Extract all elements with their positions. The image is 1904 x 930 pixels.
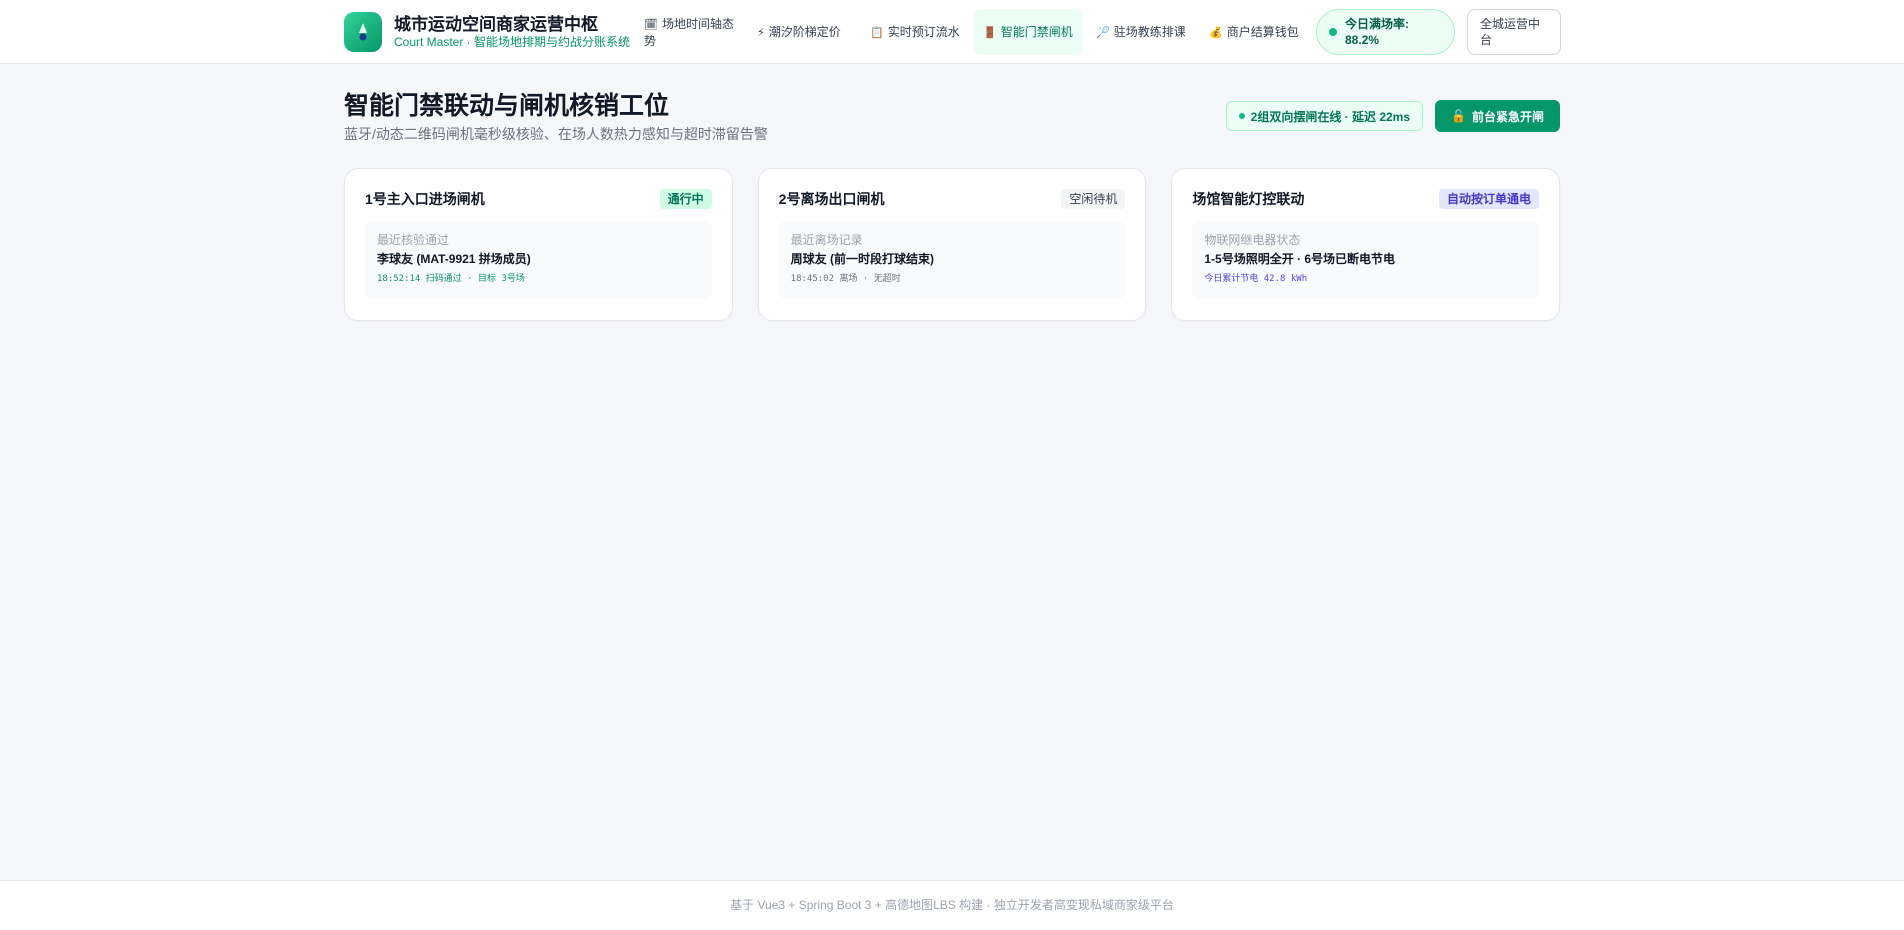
card-head: 1号主入口进场闸机 通行中 — [365, 189, 712, 209]
nav-item-court-timeline[interactable]: 🗓 场地时间轴态势 — [634, 9, 744, 55]
card-entrance-gate[interactable]: 1号主入口进场闸机 通行中 最近核验通过 李球友 (MAT-9921 拼场成员)… — [344, 168, 733, 321]
nav-item-merchant-wallet[interactable]: 💰 商户结算钱包 — [1199, 9, 1309, 55]
card-body-main: 周球友 (前一时段打球结束) — [790, 252, 934, 266]
status-badge: 自动按订单通电 — [1439, 189, 1540, 209]
clipboard-icon: 📋 — [870, 26, 884, 39]
brand[interactable]: 城市运动空间商家运营中枢 Court Master · 智能场地排期与约战分账系… — [344, 12, 634, 52]
status-badge: 空闲待机 — [1061, 189, 1126, 209]
lightning-icon: ⚡ — [757, 26, 765, 39]
card-body-main: 李球友 (MAT-9921 拼场成员) — [377, 252, 531, 266]
brand-text: 城市运动空间商家运营中枢 Court Master · 智能场地排期与约战分账系… — [394, 15, 634, 50]
nav-item-label: 智能门禁闸机 — [1000, 24, 1073, 39]
emergency-open-gate-button[interactable]: 🔓 前台紧急开闸 — [1435, 100, 1560, 132]
card-body-main: 1-5号场照明全开 · 6号场已断电节电 — [1204, 252, 1396, 266]
racket-icon: 🏸 — [1096, 26, 1110, 39]
card-body: 最近核验通过 李球友 (MAT-9921 拼场成员) 18:52:14 扫码通过… — [365, 221, 712, 299]
nav-item-booking-stream[interactable]: 📋 实时预订流水 — [860, 9, 970, 55]
main-nav: 🗓 场地时间轴态势 ⚡ 潮汐阶梯定价 📋 实时预订流水 🚪 智能门禁闸机 🏸 驻场教练排课… — [634, 9, 1312, 55]
unlock-icon: 🔓 — [1451, 109, 1466, 123]
footer: 基于 Vue3 + Spring Boot 3 + 高德地图LBS 构建 · 独… — [0, 880, 1904, 929]
card-title: 场馆智能灯控联动 — [1192, 191, 1305, 207]
card-body: 物联网继电器状态 1-5号场照明全开 · 6号场已断电节电 今日累计节电 42.… — [1192, 221, 1540, 299]
gate-online-text: 2组双向摆闸在线 · 延迟 22ms — [1250, 109, 1411, 124]
money-bag-icon: 💰 — [1209, 26, 1223, 39]
top-bar: 城市运动空间商家运营中枢 Court Master · 智能场地排期与约战分账系… — [0, 0, 1904, 64]
card-body: 最近离场记录 周球友 (前一时段打球结束) 18:45:02 离场 · 无超时 — [778, 221, 1126, 299]
header-actions: 2组双向摆闸在线 · 延迟 22ms 🔓 前台紧急开闸 — [1225, 100, 1560, 132]
nav-item-label: 驻场教练排课 — [1113, 24, 1186, 39]
emergency-button-label: 前台紧急开闸 — [1471, 109, 1544, 124]
online-dot-icon — [1238, 113, 1245, 119]
calendar-icon: 🗓 — [644, 18, 658, 31]
card-head: 场馆智能灯控联动 自动按订单通电 — [1192, 189, 1540, 209]
card-body-meta: 18:52:14 扫码通过 · 目标 3号场 — [377, 274, 525, 284]
card-body-label: 最近离场记录 — [790, 233, 863, 247]
nav-item-coach-schedule[interactable]: 🏸 驻场教练排课 — [1086, 9, 1196, 55]
gate-cards: 1号主入口进场闸机 通行中 最近核验通过 李球友 (MAT-9921 拼场成员)… — [344, 168, 1561, 321]
card-body-meta: 18:45:02 离场 · 无超时 — [790, 274, 901, 284]
card-title: 2号离场出口闸机 — [778, 191, 885, 207]
nav-item-label: 实时预订流水 — [887, 24, 960, 39]
card-body-meta: 今日累计节电 42.8 kWh — [1204, 274, 1308, 284]
card-body-label: 最近核验通过 — [377, 233, 450, 247]
card-exit-gate[interactable]: 2号离场出口闸机 空闲待机 最近离场记录 周球友 (前一时段打球结束) 18:4… — [757, 168, 1147, 321]
card-lighting-control[interactable]: 场馆智能灯控联动 自动按订单通电 物联网继电器状态 1-5号场照明全开 · 6号… — [1171, 168, 1561, 321]
occupancy-ratio-text: 今日满场率: 88.2% — [1345, 17, 1409, 47]
occupancy-ratio-badge: 今日满场率: 88.2% — [1316, 9, 1455, 55]
card-body-label: 物联网继电器状态 — [1204, 233, 1301, 247]
nav-item-tidal-pricing[interactable]: ⚡ 潮汐阶梯定价 — [747, 9, 857, 55]
gate-online-badge: 2组双向摆闸在线 · 延迟 22ms — [1225, 101, 1424, 131]
badminton-shuttle-icon — [344, 12, 382, 52]
nav-item-label: 商户结算钱包 — [1226, 24, 1299, 39]
nav-item-smart-gate[interactable]: 🚪 智能门禁闸机 — [973, 9, 1083, 55]
card-title: 1号主入口进场闸机 — [365, 191, 485, 207]
brand-subtitle: Court Master · 智能场地排期与约战分账系统 — [394, 34, 631, 49]
top-bar-inner: 城市运动空间商家运营中枢 Court Master · 智能场地排期与约战分账系… — [344, 0, 1561, 64]
door-icon: 🚪 — [983, 26, 997, 39]
city-operations-button[interactable]: 全城运营中台 — [1467, 9, 1561, 55]
card-head: 2号离场出口闸机 空闲待机 — [779, 189, 1126, 209]
page-header: 智能门禁联动与闸机核销工位 蓝牙/动态二维码闸机毫秒级核验、在场人数热力感知与超… — [344, 88, 1560, 148]
nav-item-label: 潮汐阶梯定价 — [768, 24, 841, 39]
brand-title: 城市运动空间商家运营中枢 — [394, 14, 598, 34]
status-dot-icon — [1329, 28, 1337, 36]
status-badge: 通行中 — [659, 189, 712, 209]
